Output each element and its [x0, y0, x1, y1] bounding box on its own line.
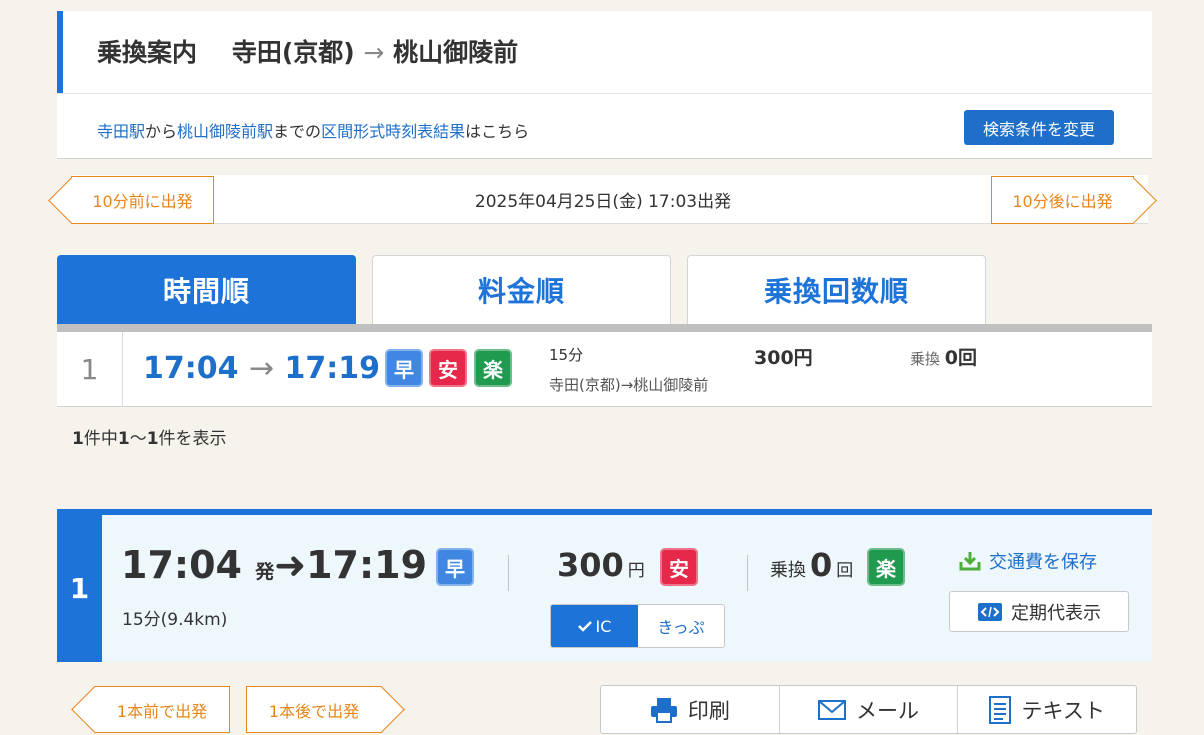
route-arrow: →	[363, 38, 385, 67]
commuter-pass-icon	[978, 602, 1002, 621]
printer-icon	[650, 697, 677, 723]
route-times: 17:04 → 17:19	[143, 351, 380, 386]
ic-fare-button[interactable]: IC	[551, 605, 638, 647]
subbar-text-3: はこちら	[465, 122, 530, 141]
save-expense-link[interactable]: 交通費を保存	[959, 548, 1097, 574]
route-transfers: 乗換 0回	[910, 343, 977, 370]
tab-transfer-order[interactable]: 乗換回数順	[687, 255, 986, 324]
commuter-pass-button[interactable]: 定期代表示	[949, 591, 1129, 632]
separator	[508, 555, 509, 591]
transfer-count: 0回	[944, 347, 978, 369]
count-text-2: 〜	[129, 429, 147, 449]
to-station: 桃山御陵前	[393, 38, 519, 67]
tab-fare-order[interactable]: 料金順	[372, 255, 671, 324]
detail-transfer-label: 乗換	[770, 560, 806, 581]
mail-button[interactable]: メール	[780, 686, 959, 733]
detail-duration-distance: 15分(9.4km)	[122, 610, 228, 630]
prev-train-button[interactable]: 1本前で出発	[71, 686, 230, 733]
detail-arrow-icon: ➜	[274, 543, 307, 587]
detail-easy-badge-icon: 楽	[867, 548, 905, 586]
check-icon	[577, 621, 592, 632]
time-arrow: →	[248, 351, 275, 386]
route-index: 1	[57, 332, 123, 406]
mail-icon	[818, 699, 846, 720]
transfer-label: 乗換	[910, 350, 941, 368]
departure-datetime: 2025年04月25日(金) 17:03出発	[474, 192, 732, 212]
count-text-1: 件中	[83, 429, 118, 449]
from-station-link[interactable]: 寺田駅	[97, 122, 145, 141]
fast-badge-icon: 早	[385, 349, 423, 387]
from-station: 寺田(京都)	[231, 38, 355, 67]
depart-time: 17:04	[143, 351, 239, 386]
detail-index: 1	[57, 515, 102, 662]
route-fare: 300円	[754, 347, 813, 369]
date-navigation-bar: 2025年04月25日(金) 17:03出発	[73, 175, 1148, 224]
detail-transfers: 乗換 0 回	[770, 546, 853, 584]
text-label: テキスト	[1021, 698, 1105, 723]
save-expense-label: 交通費を保存	[989, 552, 1097, 573]
next-10min-button[interactable]: 10分後に出発	[991, 176, 1157, 224]
ticket-fare-button[interactable]: きっぷ	[638, 605, 724, 647]
detail-transfer-count: 0	[810, 546, 833, 584]
route-summary-row[interactable]: 1 17:04 → 17:19 早 安 楽 15分 寺田(京都)→桃山御陵前 3…	[57, 332, 1152, 407]
separator	[747, 555, 748, 591]
mail-label: メール	[856, 698, 919, 723]
ic-label: IC	[595, 616, 612, 636]
timetable-link-text: 寺田駅から桃山御陵前駅までの区間形式時刻表結果はこちら	[97, 118, 529, 142]
prev-10min-label: 10分前に出発	[92, 192, 193, 211]
cheap-badge-icon: 安	[429, 349, 467, 387]
detail-times: 17:04 発➜17:19 着	[121, 543, 459, 587]
depart-suffix: 発	[255, 561, 275, 583]
text-button[interactable]: テキスト	[958, 686, 1136, 733]
change-conditions-button[interactable]: 検索条件を変更	[964, 110, 1114, 145]
prev-10min-button[interactable]: 10分前に出発	[48, 176, 214, 224]
subbar-text-1: から	[145, 122, 178, 141]
page-title: 乗換案内 寺田(京都) → 桃山御陵前	[97, 33, 518, 69]
document-icon	[989, 695, 1012, 724]
count-total: 1	[72, 429, 84, 449]
detail-cheap-badge-icon: 安	[660, 548, 698, 586]
detail-depart-time: 17:04	[121, 543, 242, 587]
detail-fare-unit: 円	[627, 561, 645, 581]
detail-fare: 300 円	[557, 546, 645, 584]
print-button[interactable]: 印刷	[601, 686, 780, 733]
route-duration: 15分	[549, 346, 584, 364]
timetable-result-link[interactable]: 区間形式時刻表結果	[321, 122, 465, 141]
detail-fare-value: 300	[557, 546, 624, 584]
detail-arrive-time: 17:19	[306, 543, 428, 587]
tab-underline	[57, 324, 1152, 332]
subbar-text-2: までの	[273, 122, 322, 141]
count-start: 1	[117, 429, 130, 449]
detail-transfer-unit: 回	[836, 561, 854, 581]
count-text-3: 件を表示	[158, 429, 227, 449]
page-title-label: 乗換案内	[97, 38, 198, 67]
timetable-link-bar: 寺田駅から桃山御陵前駅までの区間形式時刻表結果はこちら 検索条件を変更	[57, 93, 1152, 159]
to-station-link[interactable]: 桃山御陵前駅	[177, 122, 273, 141]
next-10min-label: 10分後に出発	[1012, 192, 1113, 211]
detail-fast-badge-icon: 早	[436, 548, 474, 586]
next-train-label: 1本後で出発	[268, 701, 360, 721]
action-button-group: 印刷 メール テキスト	[600, 685, 1137, 734]
easy-badge-icon: 楽	[474, 349, 512, 387]
fare-type-toggle: IC きっぷ	[550, 604, 725, 648]
route-stations: 寺田(京都)→桃山御陵前	[549, 376, 709, 394]
next-train-button[interactable]: 1本後で出発	[246, 686, 405, 733]
page-header: 乗換案内 寺田(京都) → 桃山御陵前	[57, 11, 1152, 93]
tab-time-order[interactable]: 時間順	[57, 255, 356, 324]
prev-train-label: 1本前で出発	[116, 701, 208, 721]
count-end: 1	[146, 429, 159, 449]
result-count: 1件中1〜1件を表示	[72, 424, 227, 449]
download-icon	[959, 552, 981, 571]
route-detail-header: 1 17:04 発➜17:19 着 早 15分(9.4km) 300円 安 IC…	[57, 509, 1152, 662]
arrive-time: 17:19	[284, 351, 381, 386]
commuter-pass-label: 定期代表示	[1011, 602, 1101, 624]
print-label: 印刷	[687, 698, 730, 723]
